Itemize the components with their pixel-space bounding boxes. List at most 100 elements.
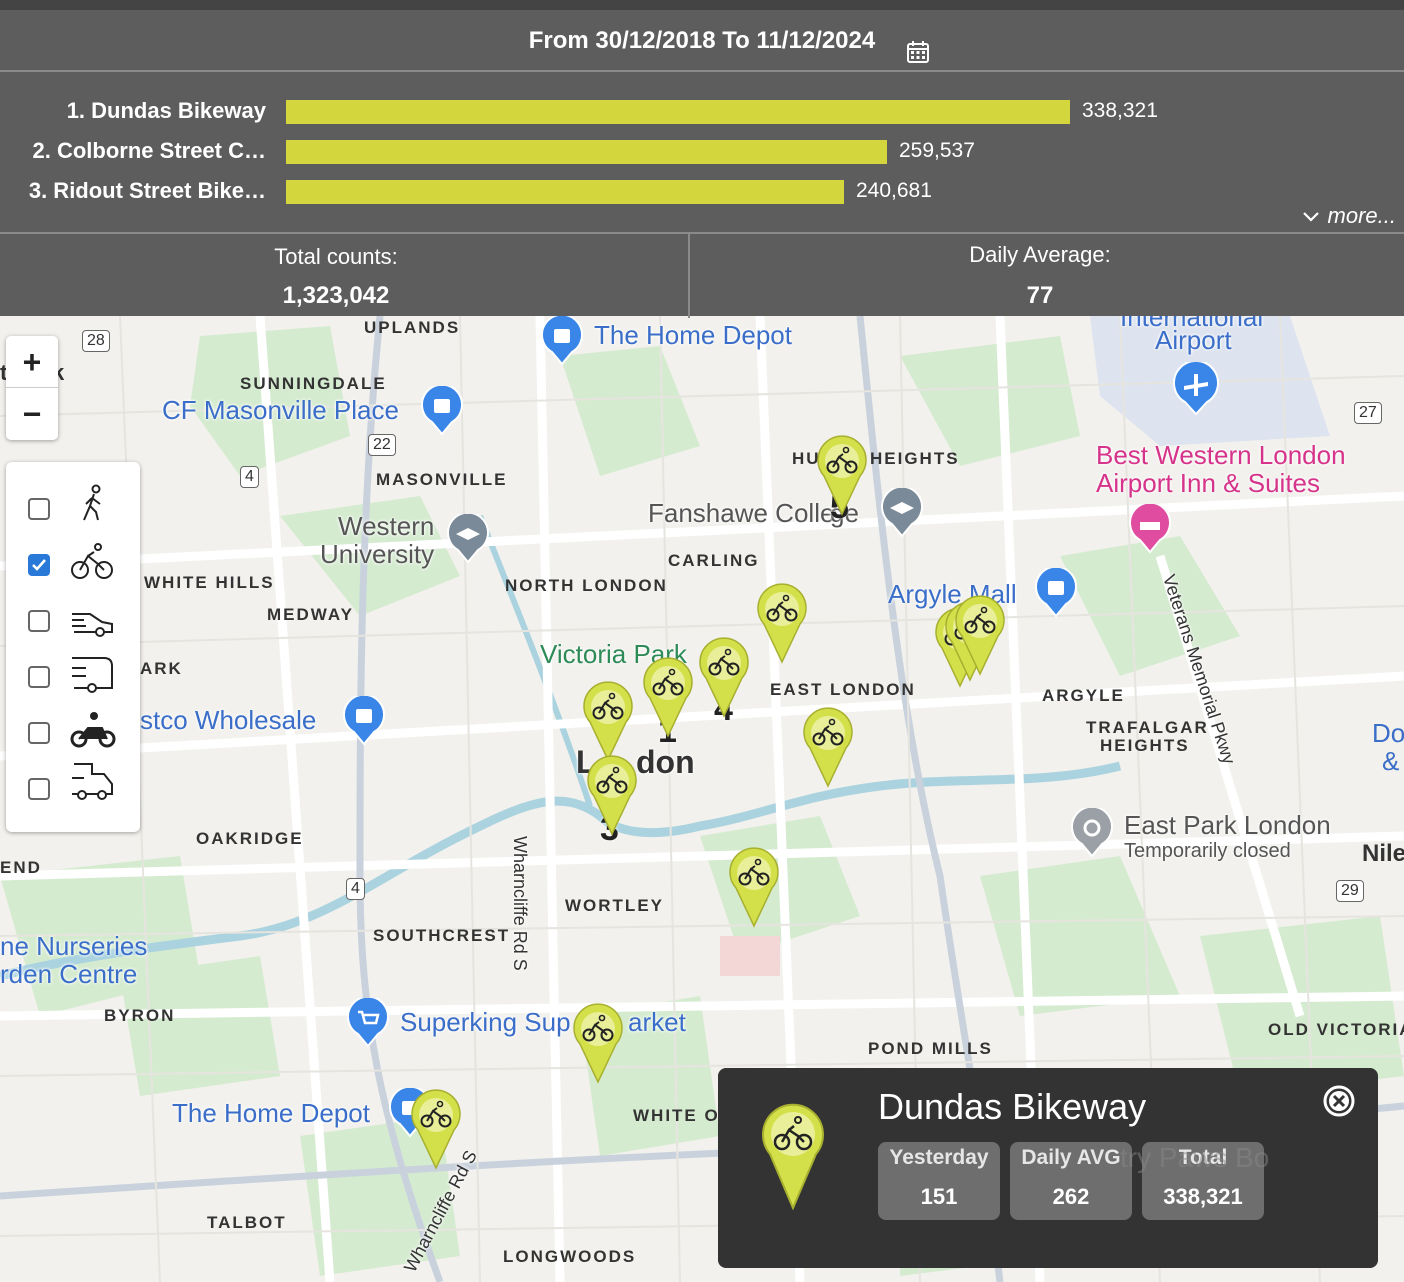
bicycle-counter-marker[interactable] [816,434,868,516]
daily-average-label: Daily Average: [969,242,1111,267]
more-label: more... [1327,203,1396,228]
bicycle-icon [71,543,113,579]
poi-label[interactable]: Airport Inn & Suites [1096,468,1320,499]
motorcycle-icon [70,712,116,748]
date-range-text[interactable]: From 30/12/2018 To 11/12/2024 [0,27,1404,55]
poi-label[interactable]: rden Centre [0,959,137,990]
chevron-down-icon [1302,212,1319,222]
mode-filter-panel [6,462,140,832]
poi-label: Temporarily closed [1124,840,1291,862]
poi-label[interactable]: ne Nurseries [0,931,147,962]
poi-label[interactable]: East Park London [1124,810,1331,841]
poi-label[interactable]: The Home Depot [172,1098,370,1129]
bicycle-counter-marker[interactable] [586,754,638,836]
poi-label[interactable]: Airport [1155,325,1232,356]
more-link[interactable]: more... [1302,203,1396,229]
poi-label[interactable]: CF Masonville Place [162,395,399,426]
stats-divider [688,234,690,318]
shopping-bag-icon[interactable] [1034,568,1078,618]
total-value: 338,321 [1163,1184,1243,1209]
daily-average-value: 77 [1026,282,1054,309]
zoom-in-button[interactable]: + [6,336,58,388]
bicycle-counter-marker[interactable] [572,1002,624,1084]
bus-icon [72,657,113,693]
bicycle-marker-icon [762,1103,824,1210]
ranking-value-2: 259,537 [899,139,975,162]
bicycle-counter-marker[interactable] [728,846,780,928]
area-label: WORTLEY [565,896,664,915]
area-label: ARK [140,659,183,678]
shopping-bag-icon[interactable] [420,386,464,436]
stats-panel: From 30/12/2018 To 11/12/2024 1. Dundas … [0,0,1404,318]
ranking-label-3[interactable]: 3. Ridout Street Bike… [0,178,266,204]
hotel-icon[interactable] [1128,504,1172,554]
shopping-bag-icon[interactable] [540,316,584,366]
calendar-icon[interactable] [906,40,930,64]
highway-shield: 28 [82,330,110,352]
area-label: ARGYLE [1042,686,1125,705]
school-icon[interactable] [880,488,924,538]
bicycle-counter-marker[interactable] [582,680,634,762]
bicycle-counter-marker[interactable] [756,582,808,664]
date-range-row[interactable]: From 30/12/2018 To 11/12/2024 [0,10,1404,72]
poi-label[interactable]: stco Wholesale [140,705,316,736]
ranking-label-2[interactable]: 2. Colborne Street C… [0,138,266,164]
poi-label[interactable]: Fanshawe Colle [648,498,834,529]
filter-checkbox-bicycle[interactable] [28,554,50,576]
total-counts-value: 1,323,042 [282,282,390,309]
area-label: HEIGHTS [870,449,960,468]
truck-icon [72,763,113,800]
area-label: EAST LONDON [770,680,916,699]
ranking-value-1: 338,321 [1082,99,1158,122]
poi-label[interactable]: arket [628,1007,686,1038]
area-label: HEIGHTS [1100,736,1190,755]
poi-label[interactable]: Western [338,511,434,542]
area-label: TRAFALGAR [1086,718,1209,737]
area-label: WHITE HILLS [144,573,275,592]
airport-icon[interactable] [1172,362,1220,416]
poi-label[interactable]: University [320,539,434,570]
filter-checkbox-motorcycle[interactable] [28,722,50,744]
ranking-bar-2[interactable] [286,140,887,164]
car-icon [72,613,113,637]
area-label: NORTH LONDON [505,576,668,595]
gear-icon[interactable] [1070,808,1114,858]
filter-checkbox-pedestrian[interactable] [28,498,50,520]
area-label: POND MILLS [868,1039,993,1058]
poi-label[interactable]: Best Western London [1096,440,1346,471]
poi-label[interactable]: Superking Sup [400,1007,571,1038]
shopping-bag-icon[interactable] [342,696,386,746]
checkmark-icon [32,559,46,571]
shopping-cart-icon[interactable] [346,998,390,1048]
ranking-bar-1[interactable] [286,100,1070,124]
bicycle-counter-marker[interactable] [410,1088,462,1170]
bicycle-counter-marker[interactable] [698,636,750,718]
popup-title: Dundas Bikeway [878,1086,1147,1127]
total-counts-label: Total counts: [274,244,398,269]
ranking-value-3: 240,681 [856,179,932,202]
highway-shield: 22 [368,434,396,456]
area-label: MASONVILLE [376,470,508,489]
yesterday-label: Yesterday [889,1146,989,1169]
highway-shield: 29 [1336,880,1364,902]
area-label: BYRON [104,1006,176,1025]
poi-label[interactable]: The Home Depot [594,320,792,351]
zoom-out-button[interactable]: − [6,388,58,440]
bicycle-counter-marker[interactable] [802,706,854,788]
bicycle-counter-marker[interactable] [954,594,1006,676]
school-icon[interactable] [446,514,490,564]
bicycle-counter-marker[interactable] [642,656,694,738]
area-label: Nile [1362,840,1404,867]
filter-checkbox-car[interactable] [28,610,50,632]
highway-shield: 27 [1354,402,1382,424]
area-label: END [0,858,42,877]
close-icon[interactable] [1322,1084,1356,1118]
ranking-label-1[interactable]: 1. Dundas Bikeway [0,98,266,124]
ranking-bar-3[interactable] [286,180,844,204]
area-label: MEDWAY [267,605,354,624]
area-label: UPLANDS [364,318,461,337]
filter-checkbox-bus[interactable] [28,666,50,688]
filter-checkbox-truck[interactable] [28,778,50,800]
area-label: & [1382,746,1400,776]
background-map-text: try Paws Bo [1120,1142,1270,1173]
